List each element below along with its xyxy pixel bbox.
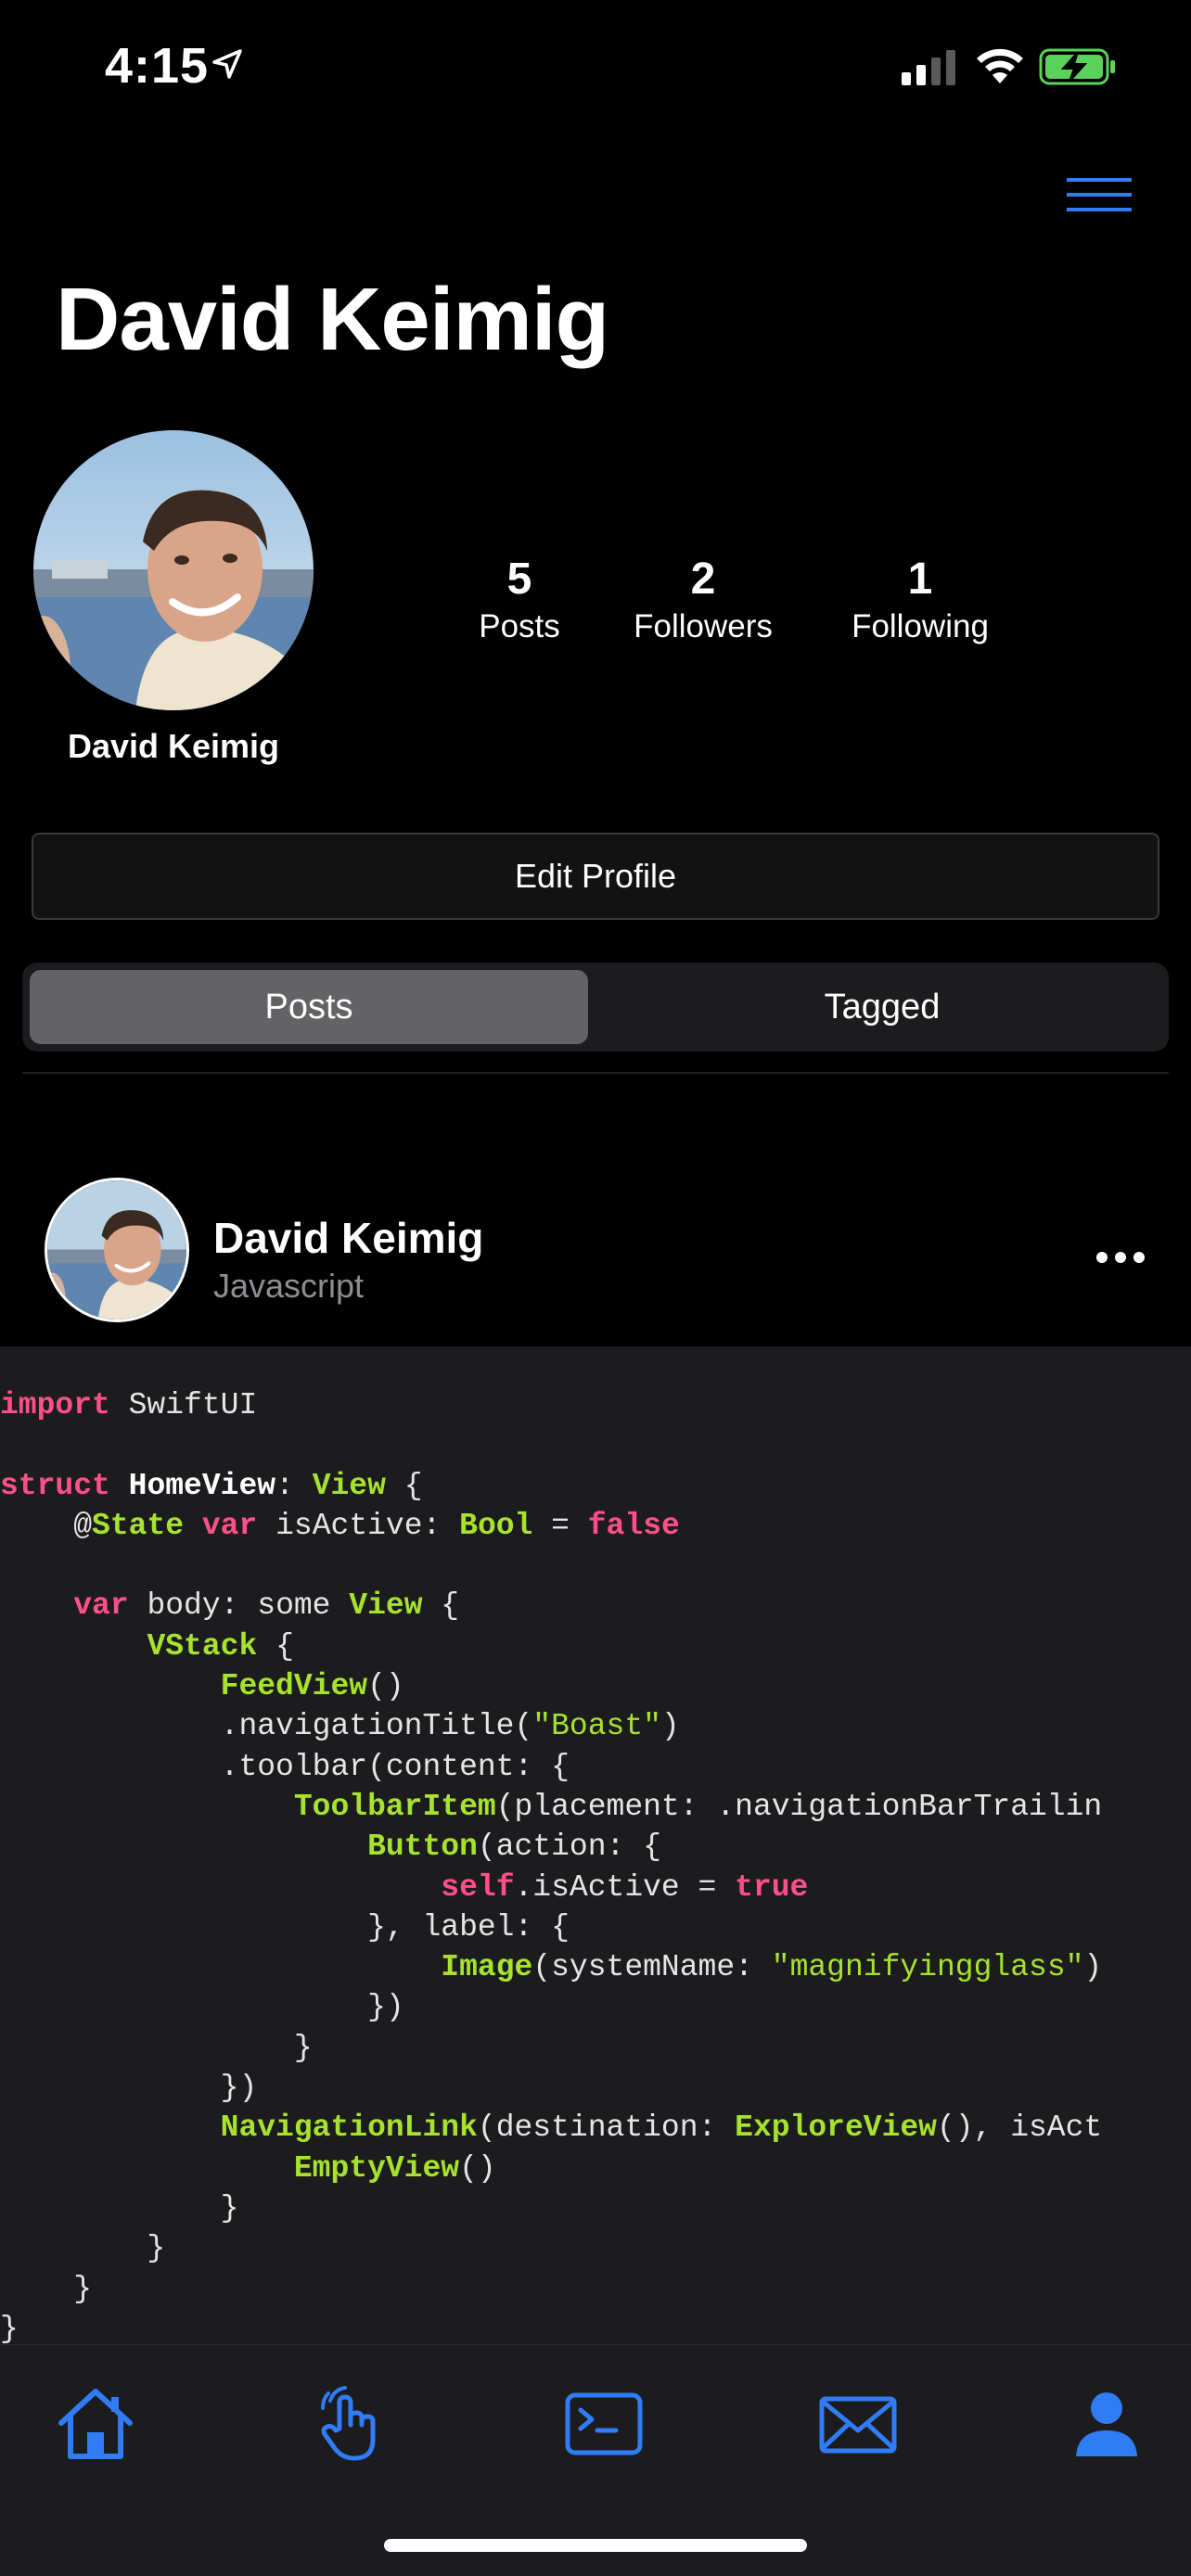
code-line: }) xyxy=(0,2071,258,2106)
code-line: struct HomeView: View { xyxy=(0,1468,423,1503)
profile-avatar[interactable] xyxy=(33,430,314,710)
envelope-icon xyxy=(819,2396,897,2454)
code-snippet: import SwiftUI struct HomeView: View { @… xyxy=(0,1346,1191,2344)
stat-followers-label: Followers xyxy=(634,608,773,644)
more-options-icon[interactable] xyxy=(1095,1246,1146,1269)
tab-home[interactable] xyxy=(54,2382,137,2466)
code-line: }) xyxy=(0,1990,404,2025)
code-line: } xyxy=(0,2311,19,2344)
location-arrow-icon xyxy=(212,49,242,79)
tab-terminal[interactable] xyxy=(562,2382,646,2466)
status-bar: 4:15 xyxy=(0,0,1191,130)
code-line: Button(action: { xyxy=(367,1830,661,1865)
posts-tagged-segmented-control: Posts Tagged xyxy=(22,963,1169,1052)
post-author-name[interactable]: David Keimig xyxy=(213,1213,483,1263)
stat-following-value: 1 xyxy=(907,555,933,604)
home-indicator[interactable] xyxy=(384,2539,807,2552)
stat-followers-value: 2 xyxy=(690,555,716,604)
tab-tap[interactable] xyxy=(308,2382,391,2466)
code-line: NavigationLink(destination: ExploreView(… xyxy=(220,2111,1103,2146)
stat-following-label: Following xyxy=(852,608,989,644)
code-line: }, label: { xyxy=(0,1909,570,1945)
code-line: Image(systemName: "magnifyingglass") xyxy=(441,1950,1103,1985)
menu-icon[interactable] xyxy=(1067,176,1132,213)
code-line: .toolbar(content: { xyxy=(0,1749,570,1784)
post-language: Javascript xyxy=(213,1267,365,1305)
profile-name: David Keimig xyxy=(67,727,280,765)
code-line: EmptyView() xyxy=(293,2150,496,2186)
hand-tap-icon xyxy=(321,2386,376,2461)
edit-profile-button[interactable]: Edit Profile xyxy=(32,833,1159,920)
code-line: var body: some View { xyxy=(73,1588,460,1624)
terminal-icon xyxy=(565,2392,643,2455)
stat-following[interactable]: 1 Following xyxy=(835,553,1005,647)
code-line: } xyxy=(0,2271,93,2306)
code-line: @State var isActive: Bool = false xyxy=(0,1508,680,1543)
stat-followers[interactable]: 2 Followers xyxy=(621,553,785,647)
code-line: } xyxy=(0,2231,166,2266)
tab-profile[interactable] xyxy=(1065,2382,1148,2466)
code-line: self.isActive = true xyxy=(441,1869,809,1905)
code-line: ToolbarItem(placement: .navigationBarTra… xyxy=(293,1789,1103,1824)
wifi-icon xyxy=(977,48,1023,83)
segment-posts[interactable]: Posts xyxy=(30,970,588,1044)
code-line: FeedView() xyxy=(220,1669,404,1704)
person-icon xyxy=(1076,2392,1137,2456)
code-line: VStack { xyxy=(147,1628,294,1664)
stat-posts[interactable]: 5 Posts xyxy=(462,553,577,647)
house-icon xyxy=(58,2389,133,2459)
segment-tagged[interactable]: Tagged xyxy=(603,970,1161,1044)
battery-charging-icon xyxy=(1039,48,1115,85)
cellular-signal-icon xyxy=(902,50,955,85)
code-line: import SwiftUI xyxy=(0,1388,258,1422)
divider xyxy=(22,1072,1169,1074)
page-title: David Keimig xyxy=(56,270,609,369)
stat-posts-value: 5 xyxy=(506,555,532,604)
status-time: 4:15 xyxy=(105,38,210,94)
stat-posts-label: Posts xyxy=(479,608,560,644)
post-author-avatar[interactable] xyxy=(45,1178,189,1322)
code-line: } xyxy=(0,2030,313,2065)
code-line: .navigationTitle("Boast") xyxy=(0,1709,680,1744)
code-line: } xyxy=(0,2190,239,2225)
code-text: import SwiftUI struct HomeView: View { @… xyxy=(0,1385,1102,2344)
tab-mail[interactable] xyxy=(816,2382,900,2466)
